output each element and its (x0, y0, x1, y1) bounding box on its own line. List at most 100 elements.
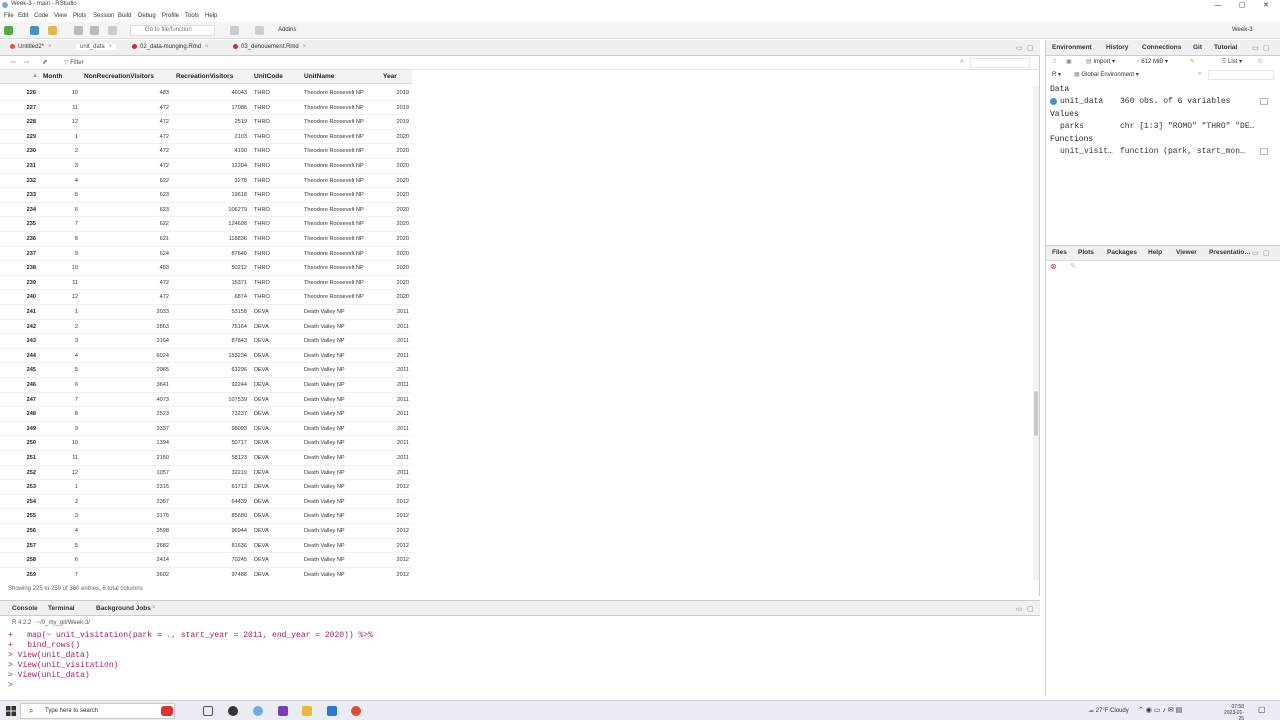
env-search-input[interactable] (1208, 70, 1274, 80)
taskbar-search-input[interactable]: ⌕ Type here to search (20, 703, 175, 719)
weather-widget[interactable]: ☁ 27°F Cloudy (1088, 707, 1129, 714)
project-menu[interactable]: Week-3 (1232, 27, 1253, 33)
chrome-icon[interactable] (351, 706, 361, 716)
close-icon[interactable]: × (303, 44, 307, 50)
minimize-button[interactable]: — (1206, 0, 1230, 11)
menu-tools[interactable]: Tools (185, 13, 199, 19)
tab-console[interactable]: Console (12, 605, 38, 612)
tab-unit-data[interactable]: unit_data × (76, 44, 117, 50)
goto-file-input[interactable]: Go to file/function (130, 25, 215, 36)
notification-icon[interactable]: ▢ (1258, 705, 1266, 714)
close-button[interactable]: ✕ (1254, 0, 1278, 11)
save-all-icon[interactable] (90, 26, 99, 35)
forward-arrow-icon[interactable]: ⇨ (24, 58, 30, 66)
tab-files[interactable]: Files (1052, 249, 1067, 256)
rstudio-taskbar-icon[interactable] (253, 706, 263, 716)
col-nonrecreation-visitors[interactable]: NonRecreationVisitors (84, 73, 154, 80)
tab-tutorial[interactable]: Tutorial (1214, 44, 1237, 51)
search-input[interactable] (970, 58, 1030, 68)
tab-environment[interactable]: Environment (1052, 44, 1092, 51)
col-unit-name[interactable]: UnitName (304, 73, 334, 80)
tab-help[interactable]: Help (1148, 249, 1162, 256)
tab-denouement[interactable]: 03_denouement.Rmd × (233, 44, 306, 50)
view-mode-select[interactable]: ☰ List ▾ (1221, 58, 1242, 65)
addins-menu[interactable]: Addins (278, 27, 296, 33)
maximize-pane-icon[interactable]: ▢ (1027, 44, 1034, 52)
menu-plots[interactable]: Plots (73, 13, 86, 19)
view-table-icon[interactable] (1260, 98, 1268, 105)
minimize-pane-icon[interactable]: ▭ (1016, 44, 1023, 52)
code-tools-icon[interactable] (230, 26, 239, 35)
tab-background-jobs[interactable]: Background Jobs (96, 605, 151, 612)
console-prompt[interactable]: > (8, 681, 18, 690)
tab-git[interactable]: Git (1193, 44, 1202, 51)
tab-presentation[interactable]: Presentatio… (1209, 249, 1251, 256)
tab-packages[interactable]: Packages (1107, 249, 1137, 256)
menu-session[interactable]: Session (93, 13, 114, 19)
clear-viewer-icon[interactable]: ✎ (1070, 262, 1076, 270)
memory-usage[interactable]: ◔ 612 MiB ▾ (1136, 58, 1168, 65)
open-file-icon[interactable] (48, 26, 57, 35)
close-icon[interactable]: × (109, 44, 113, 50)
env-item-name[interactable]: unit_data (1060, 97, 1103, 106)
menu-debug[interactable]: Debug (138, 13, 156, 19)
back-arrow-icon[interactable]: ⇦ (10, 58, 16, 66)
menu-view[interactable]: View (54, 13, 67, 19)
new-file-icon[interactable] (4, 26, 13, 35)
print-icon[interactable] (108, 26, 117, 35)
search-icon[interactable]: ⌕ (1198, 71, 1201, 78)
save-icon[interactable] (74, 26, 83, 35)
language-select[interactable]: R ▾ (1052, 71, 1061, 78)
menu-file[interactable]: File (4, 13, 14, 19)
view-function-icon[interactable] (1260, 148, 1268, 155)
broom-icon[interactable]: ✎ (1190, 58, 1195, 65)
menu-build[interactable]: Build (118, 13, 131, 19)
close-icon[interactable]: × (205, 44, 209, 50)
menu-profile[interactable]: Profile (162, 13, 179, 19)
new-project-icon[interactable] (30, 26, 39, 35)
env-item-name[interactable]: parks (1060, 122, 1084, 131)
file-explorer-icon[interactable] (302, 706, 312, 716)
tray-icons[interactable]: ⌃ ◉ ▭ ♪ ✉ ▤ (1138, 706, 1182, 714)
app-icon[interactable] (278, 706, 288, 716)
workspace-panes-icon[interactable] (255, 26, 264, 35)
minimize-pane-icon[interactable]: ▭ (1016, 605, 1023, 613)
refresh-icon[interactable]: ↻ (1258, 58, 1263, 65)
maximize-pane-icon[interactable]: ▢ (1263, 249, 1270, 257)
scroll-thumb[interactable] (1034, 391, 1038, 436)
close-icon[interactable]: × (48, 44, 52, 50)
search-icon[interactable]: ⌕ (960, 58, 964, 66)
col-recreation-visitors[interactable]: RecreationVisitors (176, 73, 233, 80)
tab-viewer[interactable]: Viewer (1176, 249, 1197, 256)
menu-help[interactable]: Help (205, 13, 217, 19)
maximize-pane-icon[interactable]: ▢ (1027, 605, 1034, 613)
close-icon[interactable]: × (152, 605, 156, 611)
tab-untitled2[interactable]: Untitled2* × (10, 44, 52, 50)
windows-start-icon[interactable] (6, 706, 16, 716)
tab-terminal[interactable]: Terminal (48, 605, 75, 612)
tab-history[interactable]: History (1106, 44, 1128, 51)
minimize-pane-icon[interactable]: ▭ (1252, 44, 1259, 52)
load-workspace-icon[interactable]: ⇪ (1052, 58, 1057, 65)
import-dataset-button[interactable]: ▤ Import ▾ (1086, 58, 1115, 65)
expand-icon[interactable] (1050, 98, 1057, 105)
clock[interactable]: 07:58 2023-01-25 (1222, 704, 1244, 722)
col-month[interactable]: Month (43, 73, 63, 80)
app-icon[interactable] (327, 706, 337, 716)
scope-select[interactable]: ▦ Global Environment ▾ (1074, 71, 1139, 78)
vertical-scrollbar[interactable] (1033, 86, 1039, 580)
sort-icon[interactable]: ▲ (32, 73, 38, 79)
popout-icon[interactable]: ⬈ (42, 58, 48, 66)
maximize-pane-icon[interactable]: ▢ (1263, 44, 1270, 52)
tab-plots[interactable]: Plots (1078, 249, 1094, 256)
tab-connections[interactable]: Connections (1142, 44, 1181, 51)
filter-button[interactable]: ▽ Filter (64, 59, 84, 66)
stop-icon[interactable]: ⊗ (1050, 262, 1057, 271)
env-item-name[interactable]: unit_visit… (1060, 147, 1113, 156)
obs-icon[interactable] (228, 706, 238, 716)
col-unit-code[interactable]: UnitCode (254, 73, 283, 80)
col-year[interactable]: Year (383, 73, 397, 80)
tab-data-munging[interactable]: 02_data-munging.Rmd × (132, 44, 209, 50)
menu-code[interactable]: Code (34, 13, 48, 19)
save-workspace-icon[interactable]: ▣ (1066, 58, 1072, 65)
